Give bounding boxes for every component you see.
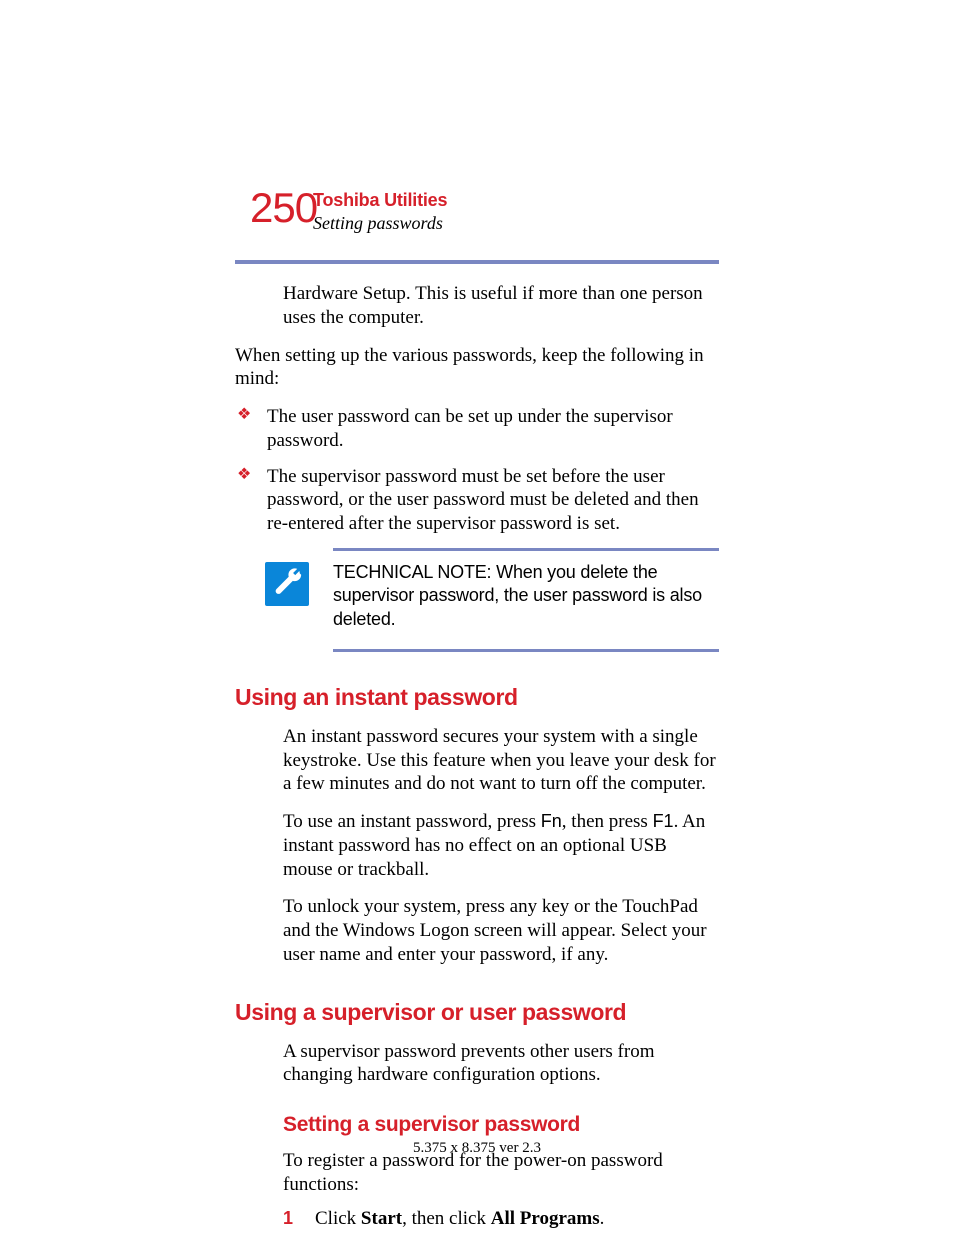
- step-number: 1: [283, 1207, 293, 1230]
- instant-paragraph-2: To use an instant password, press Fn, th…: [283, 810, 719, 881]
- page: 250 Toshiba Utilities Setting passwords …: [0, 0, 954, 1235]
- instant-block: An instant password secures your system …: [283, 725, 719, 967]
- ui-all-programs: All Programs: [491, 1208, 600, 1229]
- intro-paragraph-1: Hardware Setup. This is useful if more t…: [283, 282, 719, 330]
- section-name: Setting passwords: [313, 213, 719, 234]
- bullet-text: The supervisor password must be set befo…: [267, 466, 699, 535]
- supervisor-block: A supervisor password prevents other use…: [283, 1040, 719, 1088]
- wrench-icon: [265, 562, 309, 606]
- numbered-steps: 1 Click Start, then click All Programs.: [283, 1207, 719, 1231]
- step-item: 1 Click Start, then click All Programs.: [283, 1207, 719, 1231]
- intro-paragraph-2: When setting up the various passwords, k…: [235, 344, 719, 392]
- setting-block: To register a password for the power-on …: [283, 1149, 719, 1230]
- heading-setting-supervisor: Setting a supervisor password: [283, 1113, 719, 1137]
- intro-block: Hardware Setup. This is useful if more t…: [283, 282, 719, 330]
- instant-paragraph-1: An instant password secures your system …: [283, 725, 719, 796]
- ui-start: Start: [361, 1208, 402, 1229]
- bullet-item: The user password can be set up under th…: [235, 405, 719, 453]
- chapter-title: Toshiba Utilities: [313, 190, 719, 211]
- divider-note-top: [333, 548, 719, 551]
- note-label: TECHNICAL NOTE:: [333, 562, 496, 582]
- bullet-text: The user password can be set up under th…: [267, 406, 673, 451]
- technical-note: TECHNICAL NOTE: When you delete the supe…: [235, 548, 719, 652]
- divider-top: [235, 260, 719, 264]
- divider-note-bottom: [333, 649, 719, 652]
- bullet-item: The supervisor password must be set befo…: [235, 465, 719, 536]
- page-header: 250 Toshiba Utilities Setting passwords: [235, 190, 719, 234]
- heading-supervisor-user: Using a supervisor or user password: [235, 999, 719, 1026]
- page-number: 250: [250, 184, 317, 232]
- key-fn: Fn: [541, 811, 562, 831]
- supervisor-paragraph-1: A supervisor password prevents other use…: [283, 1040, 719, 1088]
- footer-text: 5.375 x 8.375 ver 2.3: [0, 1140, 954, 1157]
- key-f1: F1: [653, 811, 674, 831]
- instant-paragraph-3: To unlock your system, press any key or …: [283, 895, 719, 966]
- intro-bullet-list: The user password can be set up under th…: [235, 405, 719, 536]
- heading-instant-password: Using an instant password: [235, 684, 719, 711]
- technical-note-text: TECHNICAL NOTE: When you delete the supe…: [333, 561, 719, 631]
